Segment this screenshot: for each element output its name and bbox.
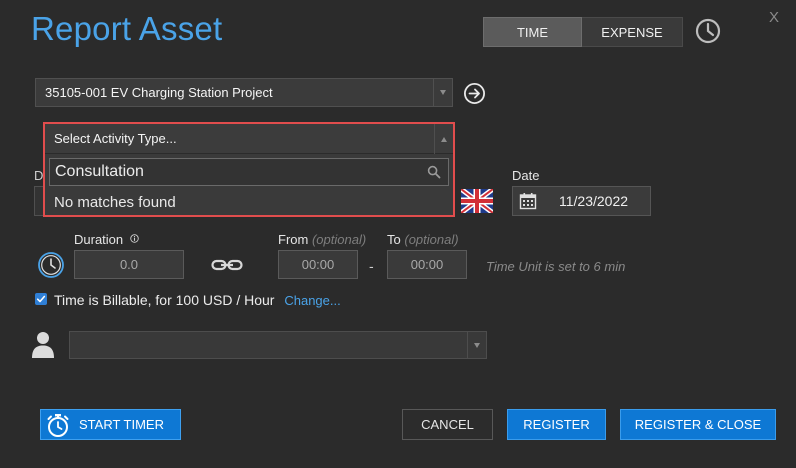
to-label: To (optional) [387,232,459,247]
obscured-field-label: D [34,168,44,183]
stopwatch-icon [47,413,69,437]
tab-time[interactable]: TIME [483,17,582,47]
from-optional-hint: (optional) [311,232,367,247]
chain-link-icon[interactable] [211,257,243,273]
arrow-circle-right-icon[interactable] [463,82,486,105]
tab-expense[interactable]: EXPENSE [582,17,683,47]
duration-input[interactable]: 0.0 [74,250,184,279]
date-value: 11/23/2022 [559,193,629,209]
clock-icon [38,252,64,278]
date-label: Date [512,168,540,183]
time-range-separator: - [369,258,374,274]
project-select-toggle[interactable] [433,79,452,106]
project-select-value: 35105-001 EV Charging Station Project [45,85,273,100]
billable-checkbox[interactable] [35,293,47,305]
billable-text: Time is Billable, for 100 USD / Hour [54,292,275,308]
to-optional-hint: (optional) [404,232,459,247]
from-time-input[interactable]: 00:00 [278,250,358,279]
from-label: From (optional) [278,232,367,247]
duration-label: Duration [74,232,139,247]
clock-history-icon[interactable] [694,17,722,45]
start-timer-button[interactable]: START TIMER [40,409,181,440]
mode-toggle: TIME EXPENSE [483,17,683,47]
dialog-title: Report Asset [31,10,223,47]
change-rate-link[interactable]: Change... [284,293,340,308]
person-select-toggle[interactable] [467,332,486,358]
calendar-icon[interactable] [519,192,537,210]
close-button[interactable]: X [769,9,779,26]
uk-flag-icon[interactable] [461,189,493,213]
chevron-down-icon [474,342,480,348]
date-picker[interactable]: 11/23/2022 [512,186,651,216]
time-unit-note: Time Unit is set to 6 min [486,259,626,274]
info-circle-icon[interactable] [130,234,139,243]
project-select[interactable]: 35105-001 EV Charging Station Project [35,78,453,107]
highlight-outline [43,122,455,217]
to-time-input[interactable]: 00:00 [387,250,467,279]
person-select[interactable] [69,331,487,359]
cancel-button[interactable]: CANCEL [402,409,493,440]
register-button[interactable]: REGISTER [507,409,606,440]
register-close-button[interactable]: REGISTER & CLOSE [620,409,776,440]
chevron-down-icon [440,90,446,95]
start-timer-label: START TIMER [79,417,164,432]
person-icon [32,332,54,358]
checkmark-icon [36,295,46,303]
billable-row: Time is Billable, for 100 USD / Hour Cha… [54,292,341,308]
